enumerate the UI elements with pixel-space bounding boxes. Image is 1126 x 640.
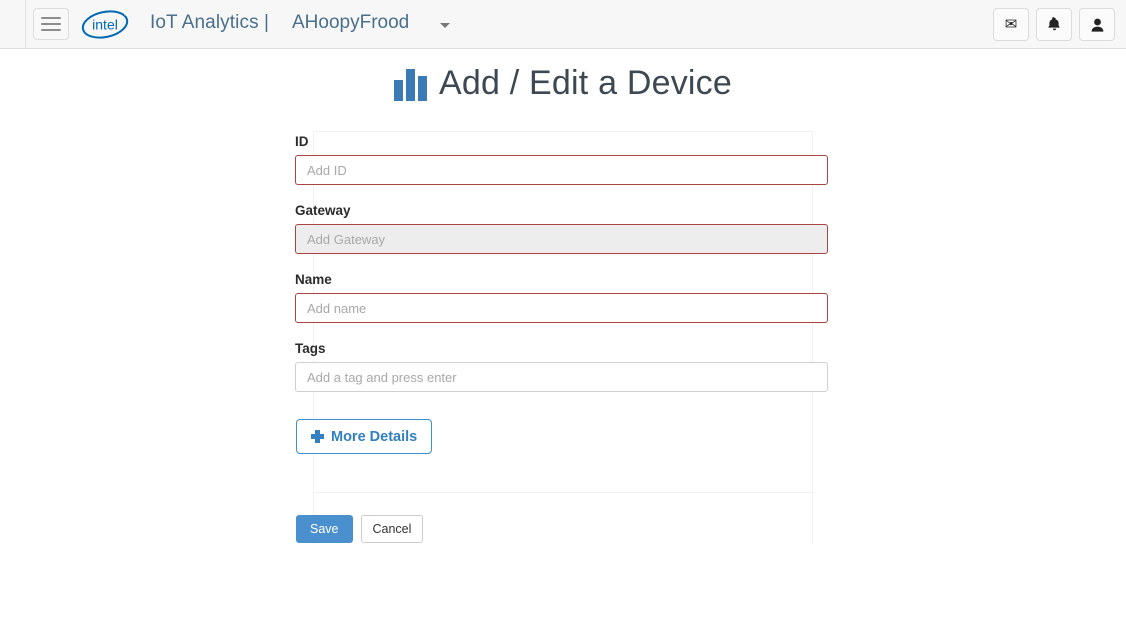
field-group-name: Name <box>295 272 828 323</box>
label-name: Name <box>295 272 332 287</box>
page-title-row: Add / Edit a Device <box>0 64 1126 103</box>
more-details-label: More Details <box>331 428 418 445</box>
gateway-input[interactable] <box>295 224 828 254</box>
label-tags: Tags <box>295 341 326 356</box>
save-button[interactable]: Save <box>296 515 353 543</box>
intel-logo: intel <box>81 10 129 39</box>
chevron-down-icon[interactable] <box>440 23 450 28</box>
field-group-tags: Tags <box>295 341 828 392</box>
messages-button[interactable]: ✉ <box>993 8 1029 41</box>
label-id: ID <box>295 134 309 149</box>
bar-chart-icon <box>394 67 428 101</box>
bell-icon <box>1047 17 1060 31</box>
app-header: intel IoT Analytics | AHoopyFrood ✉ <box>0 0 1126 49</box>
svg-text:intel: intel <box>92 17 118 33</box>
header-actions: ✉ <box>993 8 1115 41</box>
form-action-row: Save Cancel <box>296 515 424 543</box>
id-input[interactable] <box>295 155 828 185</box>
label-gateway: Gateway <box>295 203 351 218</box>
plus-icon <box>311 430 324 443</box>
panel-bottom-right-border <box>812 492 813 544</box>
field-group-id: ID <box>295 134 828 185</box>
notifications-button[interactable] <box>1036 8 1072 41</box>
form-footer-divider <box>313 492 813 493</box>
header-left-divider <box>25 0 26 48</box>
cancel-button[interactable]: Cancel <box>360 515 424 543</box>
brand-title: IoT Analytics | <box>150 12 270 33</box>
user-icon <box>1091 18 1103 32</box>
tags-input[interactable] <box>295 362 828 392</box>
hamburger-menu-icon <box>41 17 61 19</box>
hamburger-menu-button[interactable] <box>33 8 69 40</box>
page-title: Add / Edit a Device <box>439 64 732 102</box>
account-menu-label[interactable]: AHoopyFrood <box>292 12 409 34</box>
envelope-icon: ✉ <box>1004 16 1018 33</box>
name-input[interactable] <box>295 293 828 323</box>
more-details-button[interactable]: More Details <box>296 419 433 454</box>
field-group-gateway: Gateway <box>295 203 828 254</box>
user-account-button[interactable] <box>1079 8 1115 41</box>
